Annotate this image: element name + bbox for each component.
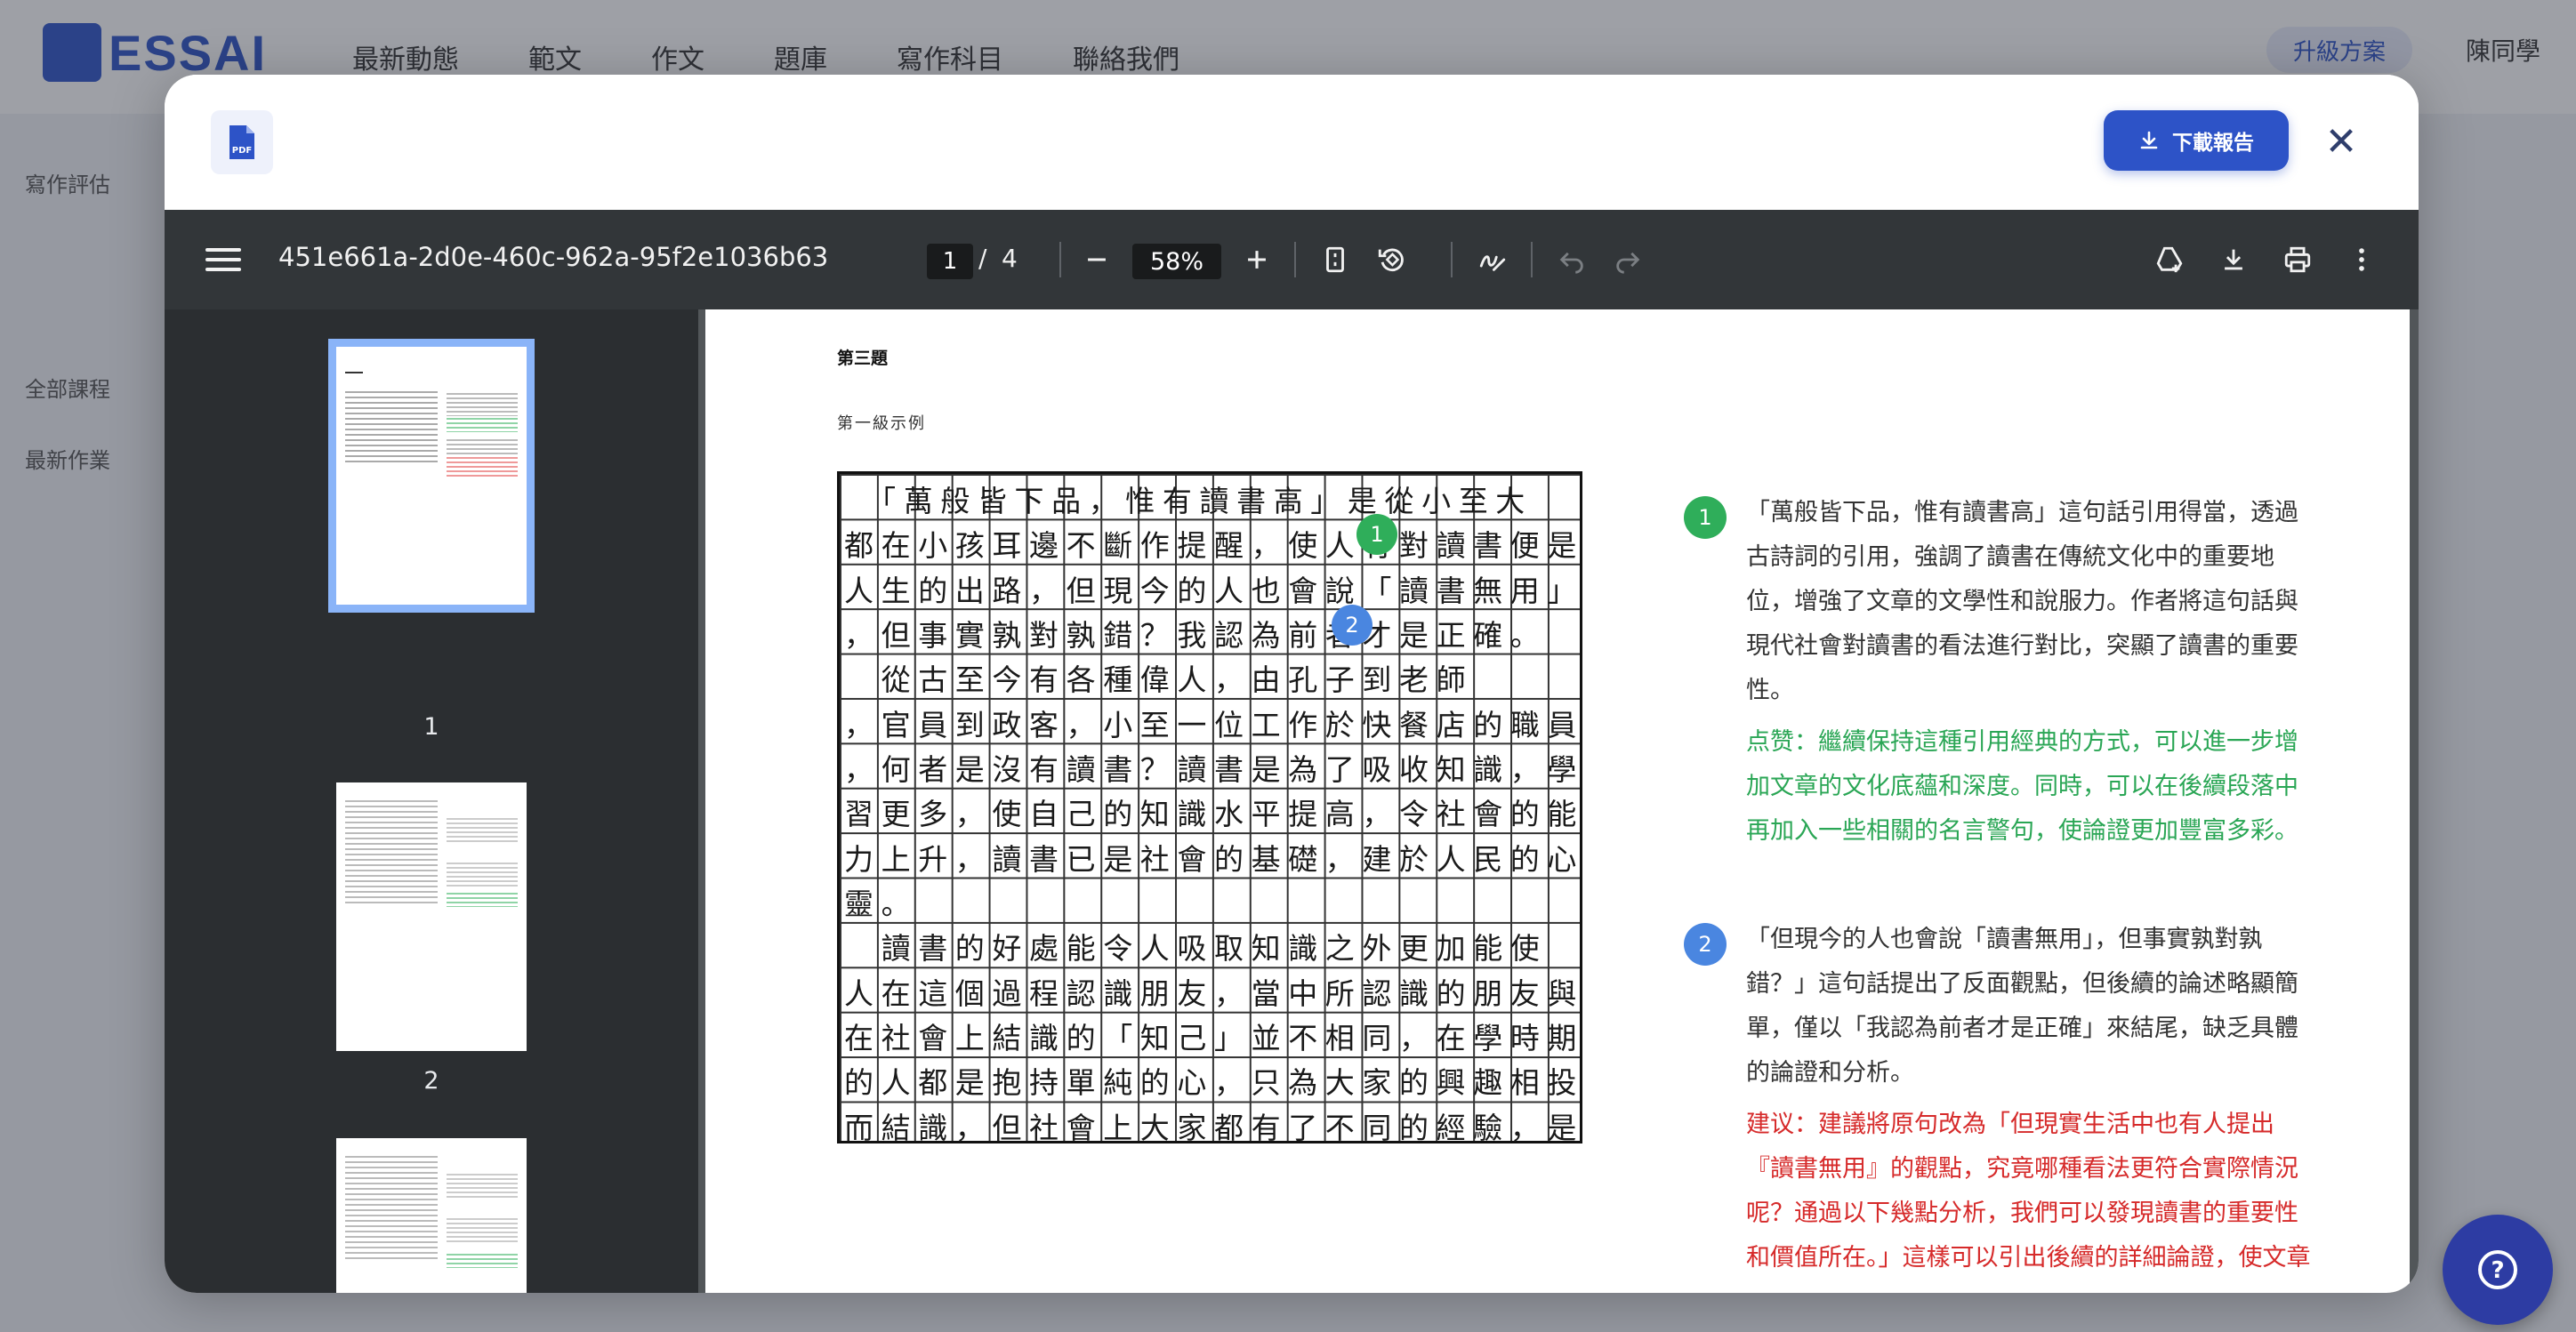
- fit-page-icon: [1326, 246, 1344, 273]
- thumbnail-label: 1: [423, 713, 439, 741]
- level-subtitle: 第一級示例: [837, 414, 926, 433]
- handwriting-line: ，但事實孰對孰錯？我認為前者才是正確。: [844, 618, 1548, 653]
- comment-badge-2[interactable]: 2: [1684, 923, 1727, 966]
- print-button[interactable]: [2278, 240, 2317, 279]
- modal-header: PDF 下載報告 ✕: [165, 75, 2419, 210]
- handwriting-line: 習更多，使自己的知識水平提高，令社會的能: [844, 797, 1584, 831]
- zoom-level-input[interactable]: 58%: [1132, 244, 1221, 279]
- toolbar-divider: [1059, 242, 1061, 277]
- toolbar-divider: [1531, 242, 1533, 277]
- page-separator: /: [978, 244, 987, 273]
- annotate-button[interactable]: [1473, 240, 1512, 279]
- handwriting-line: 人生的出路，但現今的人也會說「讀書無用」: [844, 574, 1584, 608]
- handwriting-line: 而結識，但社會上大家都有了不同的經驗，是: [844, 1111, 1584, 1145]
- toolbar-divider: [1294, 242, 1296, 277]
- svg-text:PDF: PDF: [232, 146, 252, 156]
- redo-icon: [1616, 252, 1640, 274]
- draw-icon: [1479, 255, 1506, 271]
- toolbar-divider: [1451, 242, 1453, 277]
- thumbnail-page-1[interactable]: [328, 339, 535, 613]
- help-button[interactable]: ?: [2443, 1215, 2553, 1325]
- handwriting-line: 力上升，讀書已是社會的基礎，建於人民的心: [844, 842, 1584, 877]
- comment-text: 「但現今的人也會說「讀書無用」，但事實孰對孰錯？」這句話提出了反面觀點，但後續的…: [1746, 926, 2298, 1087]
- menu-icon[interactable]: [205, 242, 241, 277]
- handwriting-line: 的人都是抱持單純的心，只為大家的興趣相投: [844, 1065, 1584, 1100]
- minus-icon: [1088, 258, 1106, 261]
- rotate-icon: [1378, 248, 1404, 272]
- drive-add-icon: [2156, 246, 2183, 273]
- undo-icon: [1559, 252, 1583, 274]
- comment-suggestion: 建议：建議將原句改為「但現實生活中也有人提出『讀書無用』的觀點，究竟哪種看法更符…: [1746, 1111, 2311, 1272]
- total-pages: 4: [1002, 244, 1018, 273]
- download-report-button[interactable]: 下載報告: [2104, 110, 2289, 171]
- svg-text:?: ?: [2491, 1257, 2504, 1284]
- download-report-label: 下載報告: [2172, 131, 2254, 154]
- download-icon: [2225, 249, 2242, 270]
- more-vert-icon: [2359, 248, 2364, 271]
- document-filename: 451e661a-2d0e-460c-962a-95f2e1036b63: [278, 242, 829, 272]
- thumbnail-sidebar: 1 2: [165, 309, 698, 1293]
- comment-praise: 点赞：繼續保持這種引用經典的方式，可以進一步增加文章的文化底蘊和深度。同時，可以…: [1746, 728, 2298, 845]
- help-icon: ?: [2478, 1250, 2517, 1289]
- close-modal-button[interactable]: ✕: [2319, 119, 2363, 164]
- rotate-button[interactable]: [1372, 240, 1411, 279]
- pdf-page-1: 第三題 第一級示例 「萬般皆下品，惟有讀書高」是從小至大 都在小孩耳邊不斷作提醒…: [705, 309, 2410, 1293]
- page-number-input[interactable]: 1: [927, 244, 973, 279]
- handwriting-line: 人在這個過程認識朋友，當中所認識的朋友與: [844, 976, 1584, 1011]
- close-icon: ✕: [2324, 118, 2358, 164]
- print-icon: [2284, 246, 2311, 273]
- pdf-toolbar: 451e661a-2d0e-460c-962a-95f2e1036b63 1 /…: [165, 210, 2419, 309]
- zoom-out-button[interactable]: [1077, 240, 1116, 279]
- download-icon: [2140, 131, 2158, 149]
- fit-page-button[interactable]: [1316, 240, 1355, 279]
- report-modal: PDF 下載報告 ✕ 451e661a-2d0e-460c-962a-95f2e…: [165, 75, 2419, 1293]
- handwriting-line: 靈。: [844, 887, 919, 921]
- thumbnail-label: 2: [423, 1067, 439, 1095]
- thumbnail-page-3[interactable]: [336, 1138, 527, 1293]
- handwriting-line: 從古至今有各種偉人，由孔子到老師: [844, 662, 1474, 697]
- question-title: 第三題: [837, 349, 889, 368]
- comment-badge-1[interactable]: 1: [1684, 496, 1727, 539]
- handwriting-line: 都在小孩耳邊不斷作提醒，使人有對讀書便是: [844, 528, 1584, 563]
- essay-marker-1[interactable]: 1: [1356, 514, 1397, 555]
- handwriting-line: ，何者是沒有讀書？讀書是為了吸收知識，學: [844, 752, 1584, 787]
- more-options-button[interactable]: [2342, 240, 2381, 279]
- handwriting-line: ，官員到政客，小至一位工作於快餐店的職員: [844, 708, 1584, 742]
- comment-2: 「但現今的人也會說「讀書無用」，但事實孰對孰錯？」這句話提出了反面觀點，但後續的…: [1746, 918, 2315, 1280]
- handwriting-line: 「萬般皆下品，惟有讀書高」是從小至大: [844, 484, 1533, 518]
- comment-text: 「萬般皆下品，惟有讀書高」這句話引用得當，透過古詩詞的引用，強調了讀書在傳統文化…: [1746, 499, 2298, 704]
- handwriting-line: 讀書的好處能令人吸取知識之外更加能使: [844, 931, 1548, 966]
- undo-button[interactable]: [1552, 240, 1591, 279]
- thumbnail-page-2[interactable]: [336, 782, 527, 1051]
- pdf-page-viewer[interactable]: 第三題 第一級示例 「萬般皆下品，惟有讀書高」是從小至大 都在小孩耳邊不斷作提醒…: [698, 309, 2419, 1293]
- pdf-file-icon: PDF: [211, 110, 273, 174]
- redo-button[interactable]: [1608, 240, 1647, 279]
- plus-icon: [1248, 251, 1266, 269]
- comment-1: 「萬般皆下品，惟有讀書高」這句話引用得當，透過古詩詞的引用，強調了讀書在傳統文化…: [1746, 491, 2315, 854]
- save-to-drive-button[interactable]: [2150, 240, 2189, 279]
- essay-marker-2[interactable]: 2: [1332, 605, 1373, 646]
- zoom-in-button[interactable]: [1237, 240, 1276, 279]
- pdf-doc-icon: PDF: [229, 125, 254, 159]
- handwriting-line: 在社會上結識的「知己」並不相同，在學時期: [844, 1021, 1584, 1055]
- download-pdf-button[interactable]: [2214, 240, 2253, 279]
